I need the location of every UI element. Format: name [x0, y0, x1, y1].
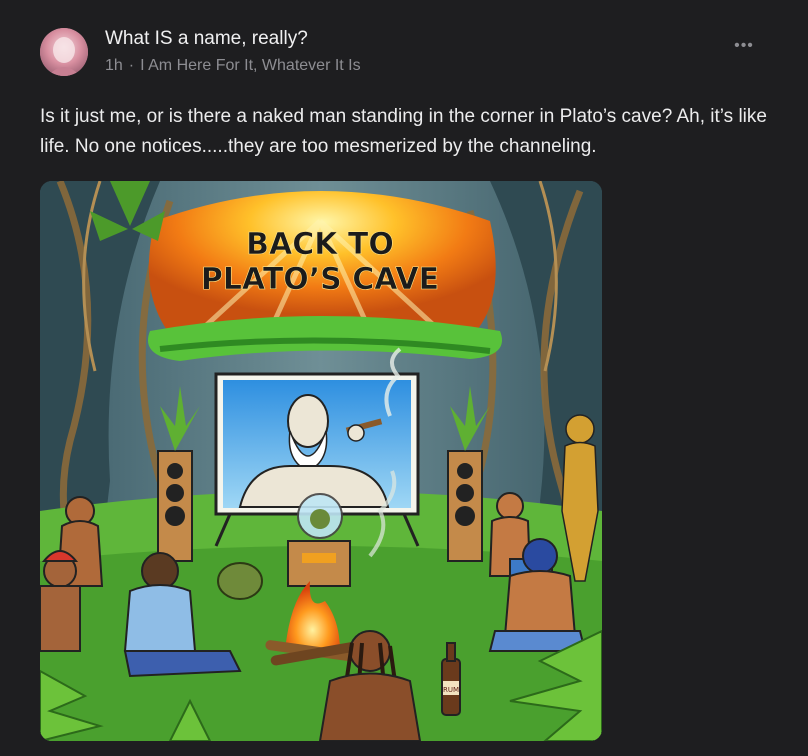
- speaker-right: [447, 450, 483, 562]
- post-body: Is it just me, or is there a naked man s…: [40, 106, 767, 157]
- banner-line-2: PLATO’S CAVE: [201, 262, 439, 297]
- post-category[interactable]: I Am Here For It, Whatever It Is: [140, 57, 361, 74]
- person-red-hat: [40, 550, 81, 652]
- post-title[interactable]: What IS a name, really?: [105, 28, 308, 50]
- banner-line-1: BACK TO: [246, 227, 394, 262]
- avatar[interactable]: [40, 28, 88, 76]
- post-header: What IS a name, really? 1h · I Am Here For…: [40, 28, 780, 78]
- post-meta: 1h · I Am Here For It, Whatever It Is: [105, 57, 361, 75]
- post-image[interactable]: BACK TO PLATO’S CAVE RUM: [40, 181, 602, 741]
- more-horizontal-icon[interactable]: •••: [732, 38, 756, 54]
- meta-separator: ·: [128, 57, 135, 74]
- speaker-left: [157, 450, 193, 562]
- post-time: 1h: [105, 57, 123, 74]
- bottle-label: RUM: [443, 686, 459, 694]
